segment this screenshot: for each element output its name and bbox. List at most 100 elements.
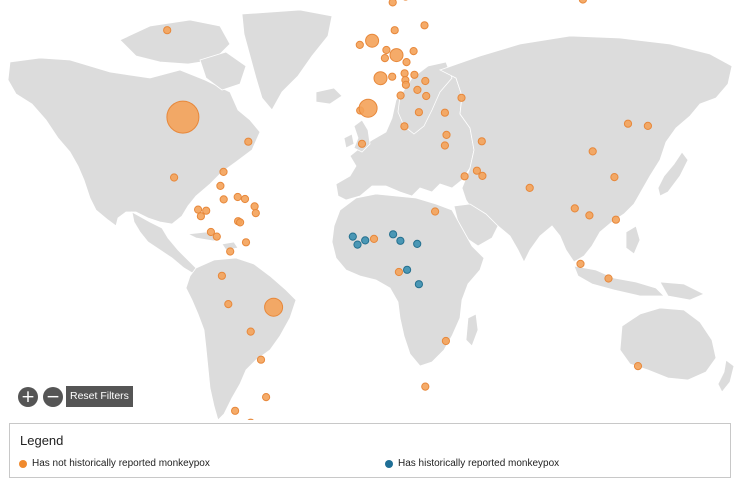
- country-marker[interactable]: DR Congo: [414, 280, 423, 289]
- philippines-islands: [625, 225, 641, 255]
- country-marker[interactable]: Canada: [163, 26, 172, 35]
- country-marker[interactable]: Nigeria: [389, 230, 398, 239]
- country-marker[interactable]: Bahamas: [219, 167, 228, 176]
- country-marker[interactable]: Cameroon: [396, 236, 405, 245]
- country-marker[interactable]: Turkey: [440, 108, 449, 117]
- country-marker[interactable]: Hungary: [410, 70, 419, 79]
- country-marker[interactable]: Indonesia: [604, 274, 613, 283]
- country-marker[interactable]: Guadeloupe: [250, 202, 259, 211]
- country-marker[interactable]: Germany: [389, 48, 404, 63]
- country-marker[interactable]: Greece: [414, 108, 423, 117]
- country-marker[interactable]: Austria: [400, 69, 409, 78]
- country-marker[interactable]: Ecuador: [217, 271, 226, 280]
- country-marker[interactable]: Taiwan: [610, 173, 619, 182]
- country-marker[interactable]: Mozambique: [441, 336, 450, 346]
- country-marker[interactable]: Saudi Arabia: [460, 172, 469, 181]
- country-marker[interactable]: Israel: [440, 141, 449, 150]
- country-marker[interactable]: Norway: [388, 0, 397, 7]
- country-marker[interactable]: Bermuda: [244, 137, 253, 146]
- country-marker[interactable]: France: [373, 71, 388, 86]
- reset-filters-button[interactable]: Reset Filters: [66, 386, 133, 407]
- country-marker[interactable]: Gabon: [394, 267, 403, 277]
- country-marker[interactable]: Georgia: [457, 93, 466, 102]
- country-marker[interactable]: Croatia: [401, 80, 410, 89]
- ireland-island: [343, 133, 355, 149]
- country-marker[interactable]: Thailand: [570, 204, 579, 213]
- country-marker[interactable]: Uruguay: [262, 393, 271, 402]
- country-marker[interactable]: Mexico: [170, 173, 179, 182]
- country-marker[interactable]: Latvia: [420, 21, 429, 30]
- country-marker[interactable]: Argentina: [247, 418, 254, 420]
- country-marker[interactable]: Netherlands: [382, 45, 391, 55]
- country-marker[interactable]: South Korea: [623, 119, 633, 128]
- country-marker[interactable]: Serbia: [413, 85, 422, 95]
- country-marker[interactable]: Martinique: [251, 209, 260, 218]
- zoom-in-button[interactable]: +: [18, 387, 38, 407]
- country-marker[interactable]: Dominican Republic: [233, 192, 242, 202]
- country-marker[interactable]: Czechia: [402, 58, 411, 67]
- country-marker[interactable]: Japan: [643, 121, 653, 131]
- country-marker[interactable]: Poland: [409, 47, 418, 56]
- country-marker[interactable]: India: [525, 183, 534, 192]
- iceland: [315, 87, 343, 105]
- country-marker[interactable]: Chile: [231, 406, 240, 415]
- country-marker[interactable]: Spain: [358, 98, 378, 118]
- country-marker[interactable]: Bolivia: [246, 327, 255, 336]
- country-marker[interactable]: Puerto Rico: [240, 194, 250, 204]
- legend-panel: Legend Has not historically reported mon…: [9, 423, 731, 478]
- country-marker[interactable]: Republic of the Congo: [403, 265, 412, 274]
- country-marker[interactable]: Honduras: [202, 206, 211, 215]
- zoom-out-button[interactable]: −: [43, 387, 63, 407]
- country-marker[interactable]: Italy: [396, 91, 405, 100]
- country-marker[interactable]: Colombia: [226, 247, 235, 256]
- country-marker[interactable]: Panama: [212, 232, 221, 241]
- country-marker[interactable]: United Arab Emirates: [478, 171, 487, 180]
- country-marker[interactable]: United States: [166, 100, 200, 134]
- madagascar: [465, 313, 479, 347]
- country-marker[interactable]: Cuba: [216, 181, 225, 190]
- country-marker[interactable]: Iran: [477, 137, 486, 146]
- country-marker[interactable]: South Africa: [421, 382, 430, 391]
- country-marker[interactable]: Switzerland: [388, 72, 397, 81]
- country-marker[interactable]: Malta: [400, 122, 409, 131]
- country-marker[interactable]: Singapore: [576, 259, 585, 268]
- japan: [657, 151, 689, 197]
- south-america-landmass: [185, 257, 297, 420]
- country-marker[interactable]: Philippines: [611, 215, 621, 224]
- legend-item-label: Has not historically reported monkeypox: [32, 458, 210, 469]
- country-marker[interactable]: Curacao: [236, 218, 245, 227]
- country-marker[interactable]: Jamaica: [219, 195, 228, 204]
- country-marker[interactable]: Morocco: [357, 139, 367, 148]
- country-marker[interactable]: Belgium: [380, 54, 389, 63]
- country-marker[interactable]: Australia: [633, 362, 643, 371]
- country-marker[interactable]: Russia: [578, 0, 587, 4]
- country-marker[interactable]: Ireland: [355, 40, 364, 50]
- indonesia-islands: [573, 265, 665, 297]
- country-marker[interactable]: Sudan: [431, 207, 440, 216]
- orange-dot-icon: [19, 459, 27, 468]
- country-marker[interactable]: Central African Republic: [413, 239, 422, 248]
- country-marker[interactable]: Ghana: [369, 234, 379, 243]
- country-marker[interactable]: Liberia: [353, 240, 362, 249]
- country-marker[interactable]: Brazil: [264, 297, 284, 317]
- land-masses: [7, 9, 735, 420]
- legend-item-not-historic: Has not historically reported monkeypox: [19, 458, 210, 469]
- legend-item-label: Has historically reported monkeypox: [398, 458, 560, 469]
- australia: [619, 307, 717, 381]
- country-marker[interactable]: Ivory Coast: [361, 236, 370, 245]
- country-marker[interactable]: Venezuela: [241, 238, 251, 247]
- country-marker[interactable]: China: [588, 147, 597, 156]
- country-marker[interactable]: Lebanon: [442, 130, 451, 139]
- country-marker[interactable]: Denmark: [390, 26, 399, 35]
- new-guinea: [659, 281, 705, 301]
- world-map[interactable]: United StatesCanadaGreenlandIcelandMexic…: [0, 0, 740, 420]
- legend-item-historic: Has historically reported monkeypox: [385, 458, 559, 469]
- country-marker[interactable]: Peru: [224, 300, 233, 309]
- country-marker[interactable]: United Kingdom: [365, 33, 380, 48]
- country-marker[interactable]: Sierra Leone: [348, 232, 357, 241]
- country-marker[interactable]: Bulgaria: [422, 91, 431, 101]
- country-marker[interactable]: Paraguay: [256, 355, 266, 364]
- country-marker[interactable]: Vietnam: [585, 211, 594, 220]
- legend-title: Legend: [20, 433, 64, 448]
- country-marker[interactable]: Romania: [421, 76, 430, 86]
